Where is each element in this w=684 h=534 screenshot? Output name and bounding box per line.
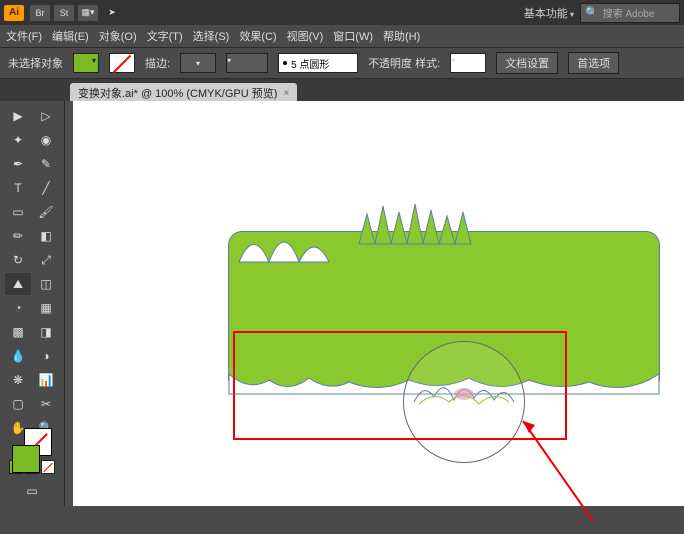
pen-tool[interactable]: ✒ [5,153,31,175]
menu-file[interactable]: 文件(F) [6,28,42,44]
fill-swatch[interactable] [73,53,99,73]
menu-select[interactable]: 选择(S) [193,28,230,44]
mesh-tool[interactable]: ▩ [5,321,31,343]
magic-wand-tool[interactable]: ✦ [5,129,31,151]
menu-effect[interactable]: 效果(C) [239,28,276,44]
menu-view[interactable]: 视图(V) [287,28,324,44]
width-tool[interactable]: ⛰ [5,273,31,295]
shape-builder-tool[interactable]: ◔ [5,297,31,319]
curvature-tool[interactable]: ✎ [33,153,59,175]
free-transform-tool[interactable]: ◫ [33,273,59,295]
fill-box[interactable] [12,445,40,473]
line-tool[interactable]: ╱ [33,177,59,199]
stroke-weight[interactable] [180,53,216,73]
fill-stroke-control[interactable] [12,445,52,456]
lasso-tool[interactable]: ◉ [33,129,59,151]
scale-tool[interactable]: ⤢ [33,249,59,271]
workspace-switcher[interactable]: 基本功能 [524,5,574,21]
symbol-sprayer-tool[interactable]: ❋ [5,369,31,391]
options-bar: 未选择对象 描边: 5 点圆形 不透明度 样式: 文档设置 首选项 [0,48,684,79]
magnifier-overlay [403,341,525,463]
rotate-tool[interactable]: ↻ [5,249,31,271]
annotation-arrow [513,411,603,531]
artboard[interactable] [73,101,684,506]
screen-mode[interactable]: ▭ [19,480,45,502]
arrange-icon[interactable]: ▦▾ [78,5,98,21]
menu-help[interactable]: 帮助(H) [383,28,420,44]
rocket-icon[interactable]: ➤ [102,5,122,21]
opacity-field[interactable] [450,53,486,73]
search-placeholder: 搜索 Adobe [603,5,655,20]
opacity-label: 不透明度 样式: [368,55,440,71]
eyedropper-tool[interactable]: 💧 [5,345,31,367]
rectangle-tool[interactable]: ▭ [5,201,31,223]
menu-edit[interactable]: 编辑(E) [52,28,89,44]
brush-preset[interactable]: 5 点圆形 [278,53,358,73]
stock-icon[interactable]: St [54,5,74,21]
paintbrush-tool[interactable]: 🖌 [33,201,59,223]
menu-type[interactable]: 文字(T) [147,28,183,44]
none-mode[interactable] [41,460,55,474]
title-bar: Ai Br St ▦▾ ➤ 基本功能 🔍 搜索 Adobe [0,0,684,25]
document-tab-label: 变换对象.ai* @ 100% (CMYK/GPU 预览) [78,85,277,101]
stroke-profile[interactable] [226,53,268,73]
ai-logo: Ai [4,5,24,21]
menu-window[interactable]: 窗口(W) [333,28,373,44]
slice-tool[interactable]: ✂ [33,393,59,415]
artboard-tool[interactable]: ▢ [5,393,31,415]
direct-selection-tool[interactable]: ▷ [33,105,59,127]
document-setup-button[interactable]: 文档设置 [496,52,558,74]
menu-object[interactable]: 对象(O) [99,28,137,44]
eraser-tool[interactable]: ◧ [33,225,59,247]
stroke-swatch[interactable] [109,53,135,73]
leaf-decoration [239,222,349,262]
canvas[interactable] [65,101,684,506]
tools-panel: ▶▷ ✦◉ ✒✎ T╱ ▭🖌 ✏◧ ↻⤢ ⛰◫ ◔▦ ▩◨ 💧◑ ❋📊 ▢✂ ✋… [0,101,65,506]
bridge-icon[interactable]: Br [30,5,50,21]
search-input[interactable]: 🔍 搜索 Adobe [580,3,680,23]
stroke-label: 描边: [145,55,170,71]
document-tab[interactable]: 变换对象.ai* @ 100% (CMYK/GPU 预览) × [70,83,297,103]
grass-decoration [359,204,479,244]
menu-bar: 文件(F) 编辑(E) 对象(O) 文字(T) 选择(S) 效果(C) 视图(V… [0,25,684,48]
close-icon[interactable]: × [283,88,289,99]
selection-tool[interactable]: ▶ [5,105,31,127]
pencil-tool[interactable]: ✏ [5,225,31,247]
gradient-tool[interactable]: ◨ [33,321,59,343]
selection-status: 未选择对象 [8,55,63,71]
graph-tool[interactable]: 📊 [33,369,59,391]
blend-tool[interactable]: ◑ [33,345,59,367]
perspective-tool[interactable]: ▦ [33,297,59,319]
search-icon: 🔍 [585,6,599,19]
preferences-button[interactable]: 首选项 [568,52,619,74]
type-tool[interactable]: T [5,177,31,199]
